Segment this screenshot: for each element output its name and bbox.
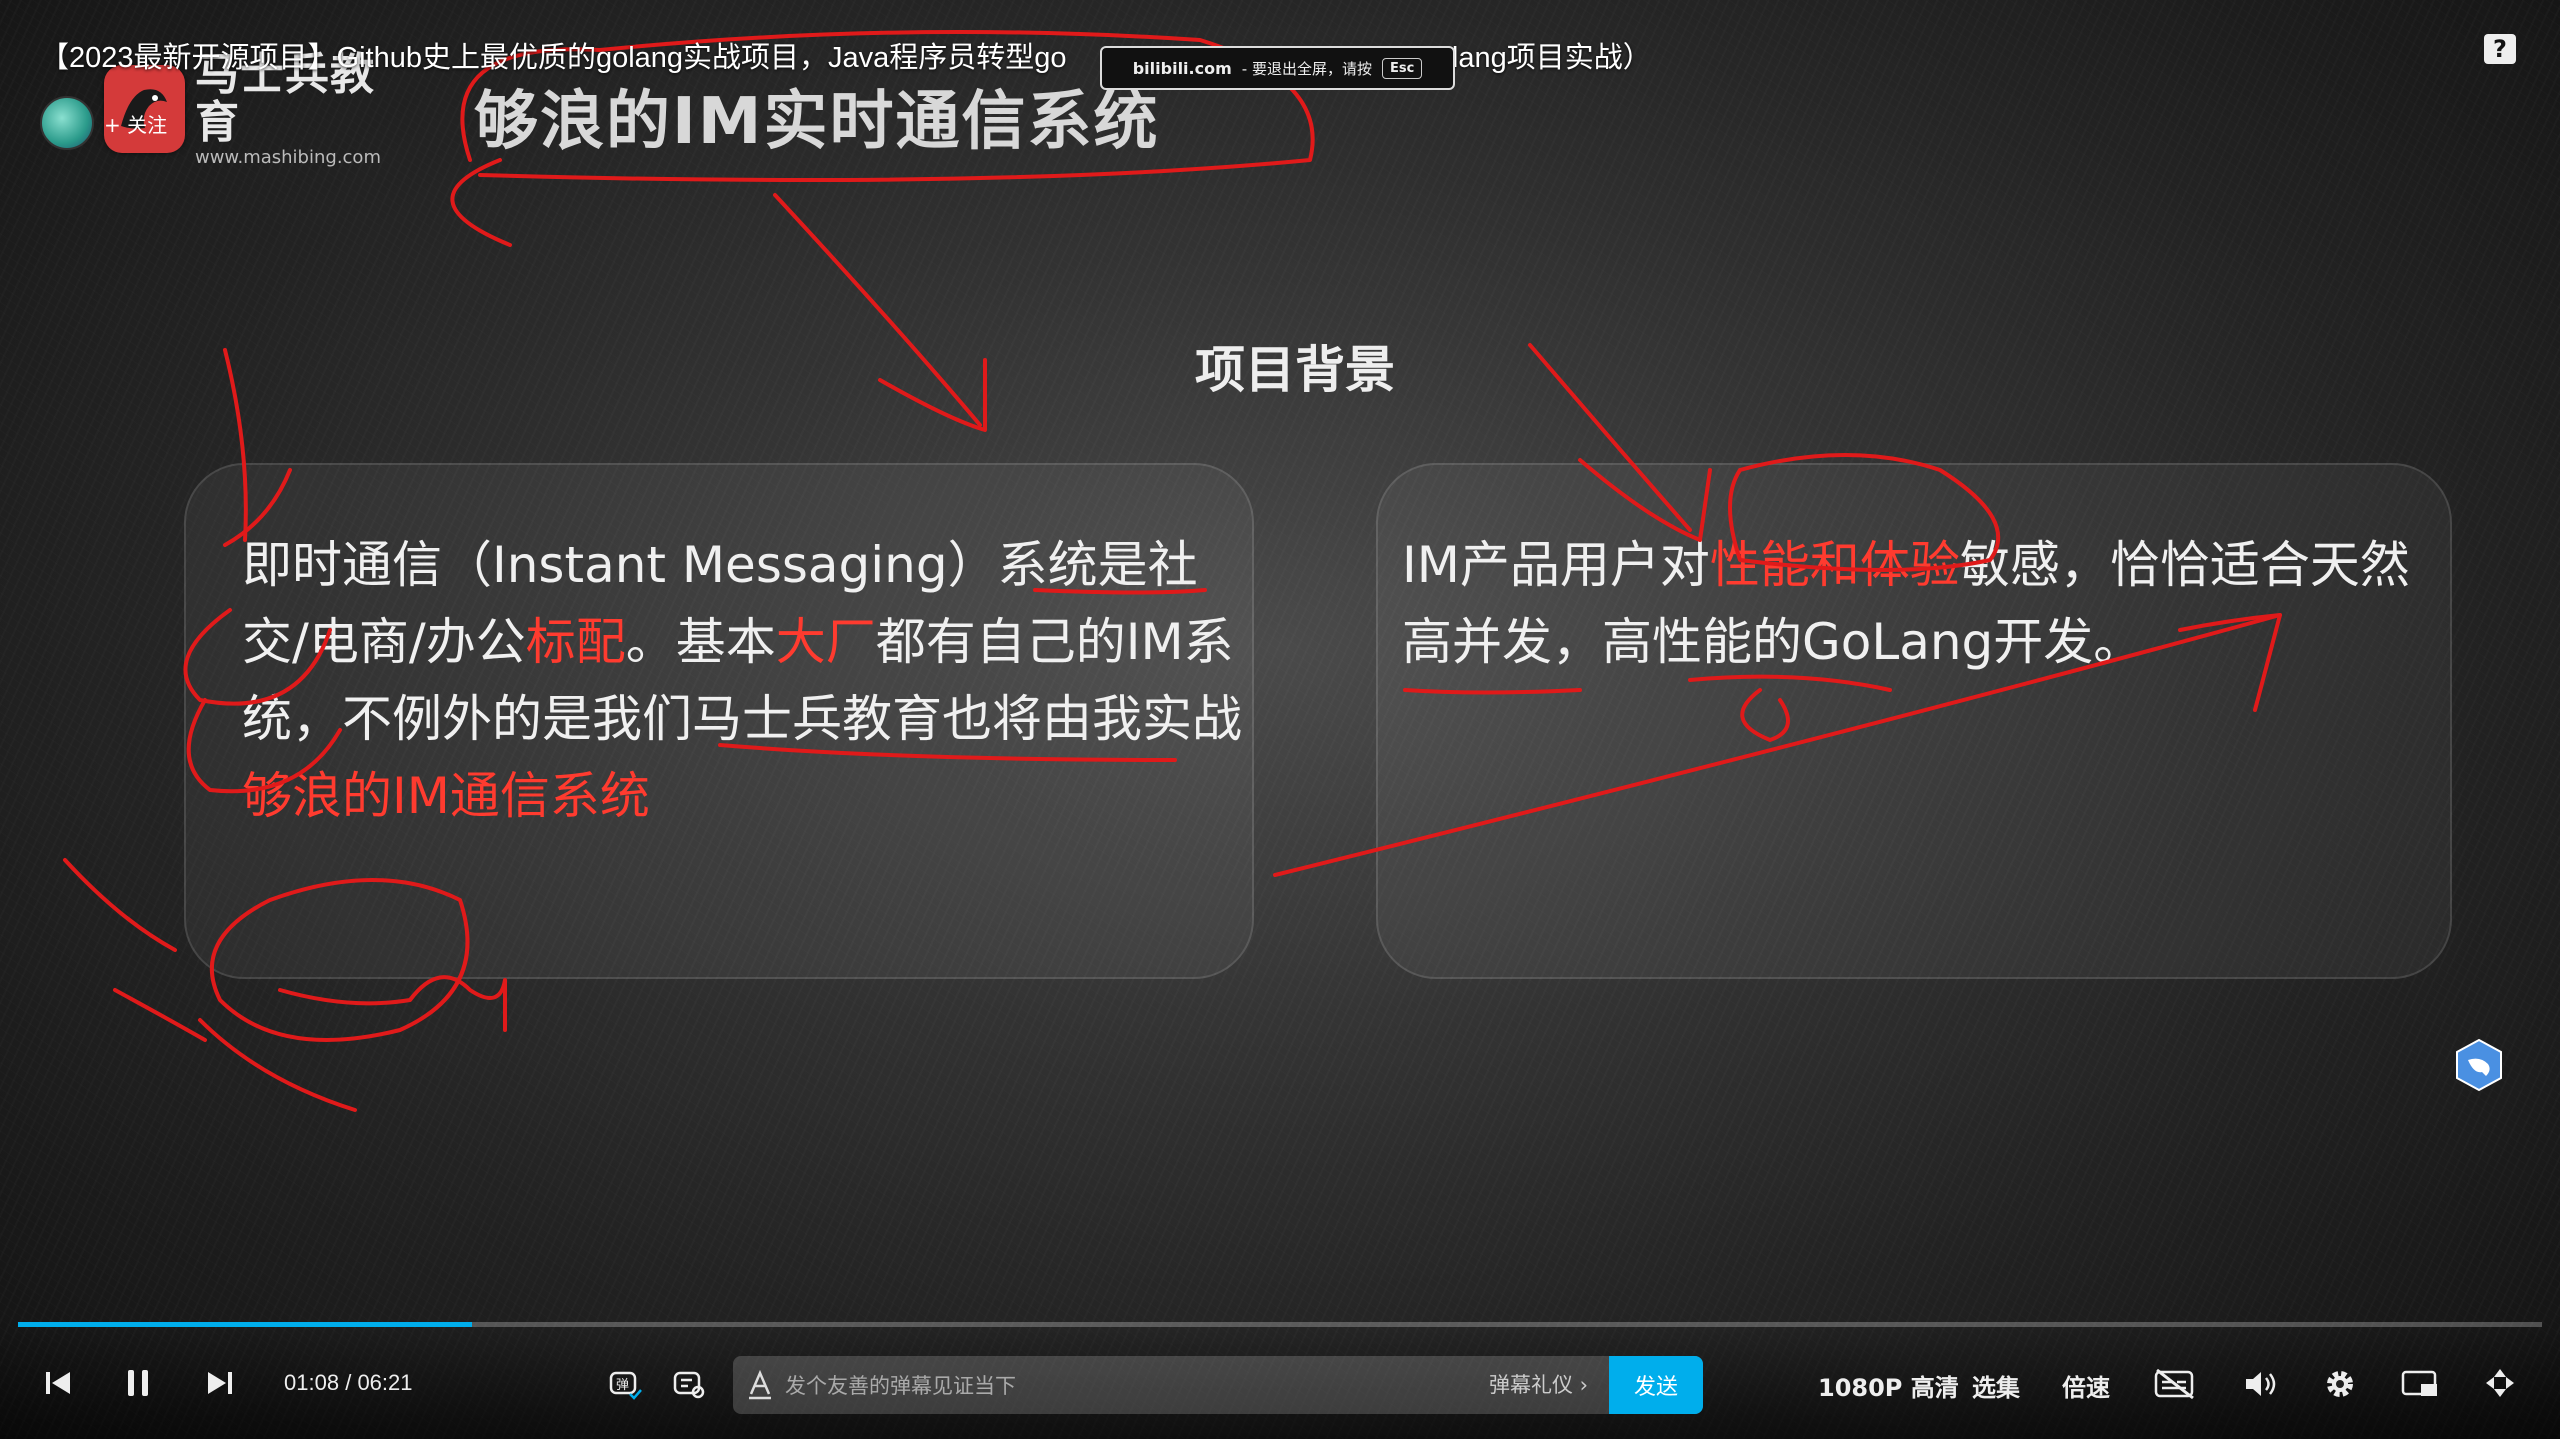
quality-selector[interactable]: 1080P 高清 <box>1818 1368 1959 1403</box>
episodes-button[interactable]: 选集 <box>1972 1368 2020 1403</box>
progress-bar[interactable] <box>18 1322 2542 1327</box>
section-title: 项目背景 <box>1195 341 1395 399</box>
esc-key: Esc <box>1381 57 1423 79</box>
picture-in-picture-icon[interactable] <box>2400 1366 2440 1402</box>
text-style-icon[interactable] <box>747 1369 773 1400</box>
video-title-text: 【2023最新开源项目】Github史上最优质的golang实战项目，Java程… <box>40 42 1067 74</box>
progress-fill <box>18 1322 473 1327</box>
logo-url: www.mashibing.com <box>194 146 381 168</box>
avatar[interactable] <box>40 96 94 150</box>
gear-icon[interactable] <box>2320 1366 2360 1402</box>
left-card-text: 即时通信（Instant Messaging）系统是社交/电商/办公标配。基本大… <box>242 527 1242 835</box>
time-separator: / <box>345 1370 352 1395</box>
danmaku-settings-icon[interactable] <box>670 1366 708 1402</box>
highlight-text: 大厂 <box>775 613 876 671</box>
pause-icon[interactable] <box>120 1366 156 1400</box>
danmaku-toggle-icon[interactable]: 弹 <box>606 1366 644 1402</box>
volume-icon[interactable] <box>2240 1366 2280 1402</box>
danmaku-bar: 弹幕礼仪 › 发送 <box>733 1356 1703 1414</box>
highlight-text: 标配 <box>525 613 626 671</box>
tip-text: - 要退出全屏，请按 <box>1241 59 1372 78</box>
danmaku-etiquette-link[interactable]: 弹幕礼仪 › <box>1489 1356 1588 1414</box>
total-time: 06:21 <box>357 1370 413 1395</box>
follow-button[interactable]: + 关注 <box>104 109 167 138</box>
right-card-text: IM产品用户对性能和体验敏感，恰恰适合天然高并发，高性能的GoLang开发。 <box>1402 527 2442 681</box>
tip-brand: bilibili.com <box>1132 58 1232 78</box>
skip-forward-icon[interactable] <box>202 1368 238 1398</box>
slide-heading: 够浪的IM实时通信系统 <box>474 85 1160 159</box>
uploader-info: + 关注 <box>40 96 167 150</box>
svg-text:弹: 弹 <box>616 1378 629 1393</box>
skip-back-icon[interactable] <box>40 1368 76 1398</box>
background-card-right: IM产品用户对性能和体验敏感，恰恰适合天然高并发，高性能的GoLang开发。 <box>1376 463 2452 979</box>
highlight-text: 性能和体验 <box>1709 536 1960 594</box>
send-button[interactable]: 发送 <box>1609 1356 1703 1414</box>
body-text: 。基本 <box>625 613 776 671</box>
subtitle-off-icon[interactable] <box>2152 1366 2198 1402</box>
speed-button[interactable]: 倍速 <box>2062 1368 2110 1403</box>
background-card-left: 即时通信（Instant Messaging）系统是社交/电商/办公标配。基本大… <box>184 463 1254 979</box>
current-time: 01:08 <box>284 1370 340 1395</box>
help-icon[interactable]: ? <box>2484 34 2516 64</box>
playback-time: 01:08 / 06:21 <box>284 1370 413 1396</box>
highlight-text: 够浪的IM通信系统 <box>242 767 650 825</box>
video-stage[interactable]: 马士兵教育 www.mashibing.com 够浪的IM实时通信系统 项目背景… <box>0 0 2560 1439</box>
body-text: IM产品用户对 <box>1402 536 1710 594</box>
danmaku-input[interactable] <box>783 1356 1387 1414</box>
fullscreen-exit-icon[interactable] <box>2480 1364 2520 1402</box>
bird-icon[interactable] <box>2454 1038 2504 1092</box>
fullscreen-exit-tip: bilibili.com - 要退出全屏，请按 Esc <box>1100 46 1455 90</box>
